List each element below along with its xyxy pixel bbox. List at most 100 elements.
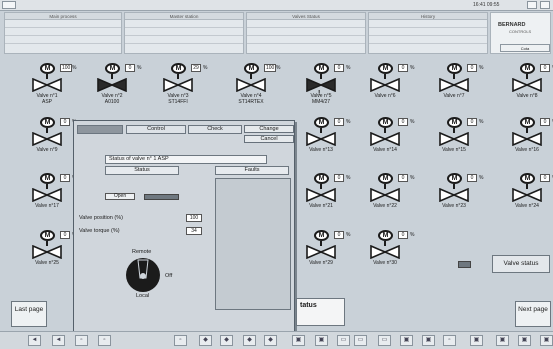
valve-status-button[interactable]: Valve status xyxy=(492,255,550,273)
header-panel-valves-status[interactable]: Valves Status xyxy=(246,12,366,54)
valve-body-icon xyxy=(512,188,542,202)
valve-item[interactable]: M 0 % Valve n°14 xyxy=(360,117,420,161)
valve-percent: 0 xyxy=(60,118,70,126)
valve-label: Valve n°24 xyxy=(515,203,539,209)
close-button[interactable] xyxy=(540,1,550,9)
toolbar-button-icon[interactable]: ▫ xyxy=(174,335,187,346)
valve-body-icon xyxy=(32,132,62,146)
toolbar-button-icon[interactable]: ▫ xyxy=(98,335,111,346)
tab-status[interactable] xyxy=(77,125,123,134)
valve-item[interactable]: M 0 % Valve n°7 xyxy=(429,63,489,107)
menu-button[interactable] xyxy=(2,1,16,9)
toolbar-button-icon[interactable]: ◆ xyxy=(220,335,233,346)
toolbar-button-icon[interactable]: ▫ xyxy=(75,335,88,346)
bottom-toolbar: ◄ ◄ ▫ ▫ ▫ ◆ ◆ ◆ ◆ ▣ ▣ ▭ ▭ ▭ ▣ ▣ ▫ ▣ ▣ ▣ ▣ xyxy=(0,331,553,349)
valve-torque-label: Valve torque (%) xyxy=(79,228,120,234)
valve-item[interactable]: M 0 % Valve n°29 xyxy=(296,230,356,274)
toolbar-button-icon[interactable]: ▣ xyxy=(292,335,305,346)
valve-item[interactable]: M 0 % Valve n°30 xyxy=(360,230,420,274)
motor-icon: M xyxy=(447,117,462,128)
toolbar-button-icon[interactable]: ▣ xyxy=(400,335,413,346)
company-logo: BERNARD xyxy=(498,22,526,28)
toolbar-button-icon[interactable]: ◆ xyxy=(264,335,277,346)
toolbar-button-icon[interactable]: ▣ xyxy=(540,335,553,346)
valve-body-icon xyxy=(306,245,336,259)
valve-percent: 0 xyxy=(334,64,344,72)
toolbar-button-icon[interactable]: ▣ xyxy=(470,335,483,346)
header-panel-title: Master station xyxy=(125,13,243,20)
header-panel-title: History xyxy=(369,13,487,20)
valve-item[interactable]: M 0 % Valve n°8 xyxy=(502,63,553,107)
valve-item[interactable]: M 0 % Valve n°24 xyxy=(502,173,553,217)
valve-label: Valve n°7 xyxy=(443,93,465,99)
valve-body-icon xyxy=(306,78,336,92)
minimize-button[interactable] xyxy=(527,1,537,9)
header-panel-main-process[interactable]: Main process xyxy=(4,12,122,54)
valve-item[interactable]: M 0 % Valve n°15 xyxy=(429,117,489,161)
valve-body-icon xyxy=(439,188,469,202)
valve-item[interactable]: M 100 % Valve n°1 ASP xyxy=(22,63,82,107)
valve-item[interactable]: M 0 % Valve n°13 xyxy=(296,117,356,161)
header-panel-history[interactable]: History xyxy=(368,12,488,54)
valve-percent: 0 xyxy=(60,231,70,239)
change-button[interactable]: Change xyxy=(244,125,294,133)
open-indicator-bar xyxy=(144,194,179,200)
toolbar-button-icon[interactable]: ◆ xyxy=(199,335,212,346)
header-right-button[interactable]: Cota xyxy=(500,44,550,52)
valve-item[interactable]: M 0 % Valve n°16 xyxy=(502,117,553,161)
valve-label: Valve n°17 xyxy=(35,203,59,209)
open-indicator: Open xyxy=(105,193,135,200)
cancel-button[interactable]: Cancel xyxy=(244,135,294,143)
valve-percent: 0 xyxy=(398,231,408,239)
motor-icon: M xyxy=(378,173,393,184)
toolbar-button-icon[interactable]: ▫ xyxy=(443,335,456,346)
toolbar-button-icon[interactable]: ▣ xyxy=(518,335,531,346)
valve-percent: 0 xyxy=(398,64,408,72)
tab-control[interactable]: Control xyxy=(126,125,186,134)
status-column-header: Status xyxy=(105,166,179,175)
valve-percent: 100 xyxy=(264,64,277,72)
valve-percent: 100 xyxy=(60,64,73,72)
toolbar-button-icon[interactable]: ◄ xyxy=(52,335,65,346)
toolbar-button-icon[interactable]: ▭ xyxy=(378,335,391,346)
valve-body-icon xyxy=(370,245,400,259)
next-page-button[interactable]: Next page xyxy=(515,301,551,327)
header-panel-title: Main process xyxy=(5,13,121,20)
motor-icon: M xyxy=(314,63,329,74)
motor-icon: M xyxy=(447,63,462,74)
valve-label: Valve n°15 xyxy=(442,147,466,153)
valve-item[interactable]: M 0 % Valve n°6 xyxy=(360,63,420,107)
toolbar-button-icon[interactable]: ◆ xyxy=(243,335,256,346)
toolbar-button-icon[interactable]: ▭ xyxy=(337,335,350,346)
valve-percent: 0 xyxy=(334,118,344,126)
toolbar-button-icon[interactable]: ▭ xyxy=(354,335,367,346)
toolbar-button-icon[interactable]: ▣ xyxy=(422,335,435,346)
remote-label: Remote xyxy=(132,249,152,255)
valve-item[interactable]: M 0 % Valve n°23 xyxy=(429,173,489,217)
toolbar-button-icon[interactable]: ◄ xyxy=(28,335,41,346)
valve-item[interactable]: M 100 % Valve n°4 ST14RTEX xyxy=(226,63,286,107)
valve-percent: 0 xyxy=(467,64,477,72)
top-bar: 16:41 09:55 xyxy=(0,0,553,11)
selector-knob-icon[interactable] xyxy=(124,256,164,294)
valve-label: Valve n°8 xyxy=(516,93,538,99)
valve-body-icon xyxy=(512,132,542,146)
valve-item[interactable]: M 0 % Valve n°5 MM4/27 ! xyxy=(296,63,356,107)
motor-icon: M xyxy=(520,173,535,184)
motor-icon: M xyxy=(314,117,329,128)
header-panel-master-station[interactable]: Master station xyxy=(124,12,244,54)
motor-icon: M xyxy=(40,230,55,241)
valve-body-icon xyxy=(439,78,469,92)
valve-item[interactable]: M 29 % Valve n°3 ST14FFI xyxy=(153,63,213,107)
valve-label: Valve n°22 xyxy=(373,203,397,209)
valve-item[interactable]: M 0 % Valve n°22 xyxy=(360,173,420,217)
tab-check[interactable]: Check xyxy=(188,125,242,134)
valve-body-icon xyxy=(163,78,193,92)
last-page-button[interactable]: Last page xyxy=(11,301,47,327)
valve-item[interactable]: M 0 % Valve n°21 xyxy=(296,173,356,217)
valve-percent: 0 xyxy=(467,118,477,126)
toolbar-button-icon[interactable]: ▣ xyxy=(315,335,328,346)
valve-item[interactable]: M 0 % Valve n°2 A0100 xyxy=(87,63,147,107)
valve-percent: 29 xyxy=(191,64,201,72)
toolbar-button-icon[interactable]: ▣ xyxy=(496,335,509,346)
